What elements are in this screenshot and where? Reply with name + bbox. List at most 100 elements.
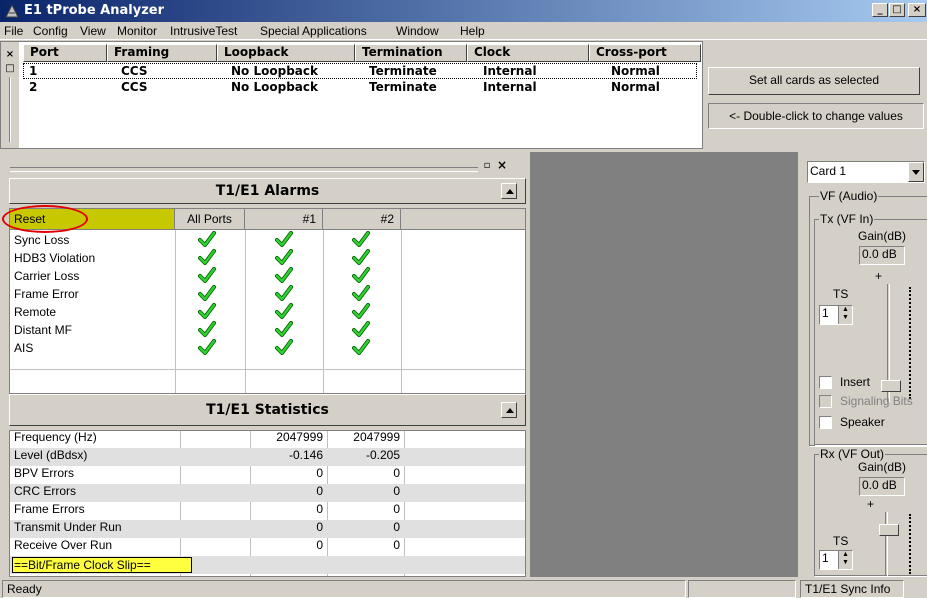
col-header-cross-port[interactable]: Cross-port xyxy=(589,44,701,62)
alarm-label-hdb3-violation: HDB3 Violation xyxy=(14,251,96,265)
statistics-title: T1/E1 Statistics xyxy=(206,402,329,418)
rx-gain-slider-thumb[interactable] xyxy=(879,524,899,536)
port-1-loopback[interactable]: No Loopback xyxy=(231,64,318,78)
statistics-header: T1/E1 Statistics xyxy=(9,394,526,426)
menu-config[interactable]: Config xyxy=(33,24,68,38)
panel-close-icon[interactable]: × xyxy=(4,49,16,61)
port-1-framing[interactable]: CCS xyxy=(121,64,147,78)
tx-ts-value: 1 xyxy=(822,306,829,320)
green-check-icon xyxy=(275,267,293,283)
port-2-cross-port[interactable]: Normal xyxy=(611,80,660,94)
menu-intrusivetest[interactable]: IntrusiveTest xyxy=(170,24,237,38)
green-check-icon xyxy=(198,321,216,337)
port-2-framing[interactable]: CCS xyxy=(121,80,147,94)
signaling-bits-checkbox[interactable] xyxy=(819,395,832,408)
port-2-number[interactable]: 2 xyxy=(29,80,37,94)
green-check-icon xyxy=(352,267,370,283)
rx-gain-field[interactable]: 0.0 dB xyxy=(859,477,905,496)
menu-window[interactable]: Window xyxy=(396,24,439,38)
green-check-icon xyxy=(352,339,370,355)
alarms-col-port-2[interactable]: #2 xyxy=(323,209,401,230)
port-2-loopback[interactable]: No Loopback xyxy=(231,80,318,94)
insert-label: Insert xyxy=(840,375,871,389)
alarm-label-frame-error: Frame Error xyxy=(14,287,79,301)
col-header-loopback[interactable]: Loopback xyxy=(217,44,355,62)
alarm-label-remote: Remote xyxy=(14,305,57,319)
port-1-clock[interactable]: Internal xyxy=(483,64,537,78)
double-click-hint: <- Double-click to change values xyxy=(708,103,924,129)
tx-gain-slider-thumb[interactable] xyxy=(881,380,901,392)
stat-value-port-2: 2047999 xyxy=(353,430,400,444)
alarms-collapse-button[interactable] xyxy=(501,183,517,199)
card-select-value: Card 1 xyxy=(810,164,847,178)
green-check-icon xyxy=(275,339,293,355)
insert-checkbox[interactable] xyxy=(819,376,832,389)
status-text: Ready xyxy=(2,580,686,598)
port-config-panel: × □ Port Framing Loopback Termination Cl… xyxy=(0,41,703,149)
clock-slip-label: ==Bit/Frame Clock Slip== xyxy=(14,558,151,572)
rx-ts-spinner[interactable]: 1 ▲ ▼ xyxy=(819,550,853,570)
alarms-col-empty xyxy=(401,209,525,230)
menu-monitor[interactable]: Monitor xyxy=(117,24,157,38)
green-check-icon xyxy=(275,285,293,301)
tx-title: Tx (VF In) xyxy=(819,212,875,226)
rx-gain-label: Gain(dB) xyxy=(858,460,907,474)
card-select[interactable]: Card 1 xyxy=(807,161,925,183)
port-2-termination[interactable]: Terminate xyxy=(369,80,437,94)
col-header-port[interactable]: Port xyxy=(23,44,107,62)
menu-view[interactable]: View xyxy=(80,24,106,38)
vf-audio-panel: Card 1 VF (Audio) Tx (VF In) Gain(dB) 0.… xyxy=(805,152,927,577)
green-check-icon xyxy=(275,303,293,319)
stat-label: Frame Errors xyxy=(14,502,85,516)
menu-help[interactable]: Help xyxy=(460,24,485,38)
green-check-icon xyxy=(352,321,370,337)
stat-value-port-1: 2047999 xyxy=(276,430,323,444)
green-check-icon xyxy=(275,321,293,337)
menu-special-applications[interactable]: Special Applications xyxy=(260,24,367,38)
status-bar: Ready T1/E1 Sync Info xyxy=(0,578,927,598)
stat-value-port-2: -0.205 xyxy=(365,448,400,462)
panel-restore-icon[interactable]: □ xyxy=(4,63,16,75)
port-1-cross-port[interactable]: Normal xyxy=(611,64,660,78)
tx-gain-field[interactable]: 0.0 dB xyxy=(859,246,905,265)
col-header-termination[interactable]: Termination xyxy=(355,44,467,62)
col-header-clock[interactable]: Clock xyxy=(467,44,589,62)
tx-gain-label: Gain(dB) xyxy=(858,229,907,243)
stat-value-port-1: -0.146 xyxy=(288,448,323,462)
chevron-down-icon[interactable] xyxy=(908,162,924,182)
title-bar: E1 tProbe Analyzer _ □ × xyxy=(0,0,927,22)
set-all-cards-button[interactable]: Set all cards as selected xyxy=(708,67,920,95)
menu-file[interactable]: File xyxy=(4,24,23,38)
vf-audio-title: VF (Audio) xyxy=(819,189,879,203)
spinner-arrows-icon[interactable]: ▲ ▼ xyxy=(838,306,852,324)
app-icon xyxy=(5,3,19,18)
port-1-number[interactable]: 1 xyxy=(29,64,37,78)
statistics-collapse-button[interactable] xyxy=(501,402,517,418)
stat-label: BPV Errors xyxy=(14,466,75,480)
port-2-clock[interactable]: Internal xyxy=(483,80,537,94)
speaker-label: Speaker xyxy=(840,415,885,429)
minimize-button[interactable]: _ xyxy=(872,3,888,17)
stat-label: Level (dBdsx) xyxy=(14,448,88,462)
col-header-framing[interactable]: Framing xyxy=(107,44,217,62)
rx-slider-ticks xyxy=(909,514,911,574)
stat-value-port-2: 0 xyxy=(393,466,400,480)
stat-label: Frequency (Hz) xyxy=(14,430,97,444)
alarms-col-port-1[interactable]: #1 xyxy=(245,209,323,230)
port-1-termination[interactable]: Terminate xyxy=(369,64,437,78)
green-check-icon xyxy=(275,231,293,247)
stat-label: CRC Errors xyxy=(14,484,76,498)
stat-value-port-1: 0 xyxy=(316,502,323,516)
rx-gain-slider-track[interactable] xyxy=(885,512,888,576)
sync-info-button[interactable]: T1/E1 Sync Info xyxy=(800,580,904,598)
close-button[interactable]: × xyxy=(908,3,926,17)
clock-slip-row: ==Bit/Frame Clock Slip== xyxy=(12,557,192,573)
spinner-arrows-icon[interactable]: ▲ ▼ xyxy=(838,551,852,569)
tx-ts-label: TS xyxy=(833,287,849,301)
tx-plus-sign: + xyxy=(875,269,883,283)
alarms-col-all-ports[interactable]: All Ports xyxy=(175,209,245,230)
green-check-icon xyxy=(198,339,216,355)
tx-ts-spinner[interactable]: 1 ▲ ▼ xyxy=(819,305,853,325)
maximize-button[interactable]: □ xyxy=(889,3,905,17)
speaker-checkbox[interactable] xyxy=(819,416,832,429)
